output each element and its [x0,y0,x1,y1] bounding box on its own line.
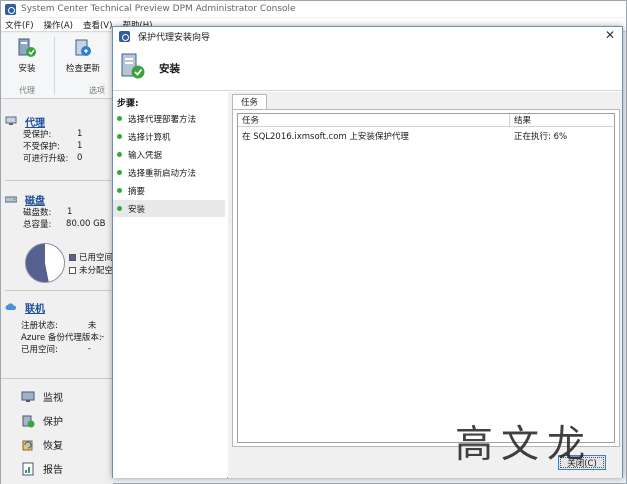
menu-file[interactable]: 文件(F) [5,19,34,31]
wizard-app-icon [119,30,130,42]
legend-used-swatch [69,253,76,261]
step-enter-credentials[interactable]: 输入凭据 [113,146,225,163]
disks-link[interactable]: 磁盘 [25,192,45,207]
step-install[interactable]: 安装 [113,200,225,217]
column-header-result[interactable]: 结果 [510,114,614,126]
console-titlebar[interactable]: System Center Technical Preview DPM Admi… [1,1,626,17]
install-agent-icon [18,38,36,57]
protect-icon [22,415,35,427]
menu-view[interactable]: 查看(V) [83,19,112,31]
check-update-ribbon-label: 检查更新 [65,64,100,74]
agents-unprotected-row: 不受保护: 1 [23,141,83,152]
online-link[interactable]: 联机 [25,300,45,315]
disk-count-row: 磁盘数: 1 [23,207,73,218]
disk-capacity-row: 总容量: 80.00 GB [23,219,106,230]
disk-icon [5,196,17,203]
workspace-reporting[interactable]: 报告 [21,461,63,476]
install-ribbon-button[interactable]: 安装 [5,37,49,81]
table-row[interactable]: 在 SQL2016.ixmsoft.com 上安装保护代理 正在执行: 6% [238,129,614,143]
dpm-app-icon [5,3,16,15]
navigation-pane: 代理 受保护: 1 不受保护: 1 可进行升级: 0 磁盘 磁盘数: 1 总容量: 80.… [1,100,122,484]
column-header-task[interactable]: 任务 [238,114,510,126]
online-header[interactable]: 联机 [5,300,113,315]
tasks-tab-panel: 任务 结果 在 SQL2016.ixmsoft.com 上安装保护代理 正在执行… [232,109,620,447]
nav-divider [5,180,111,181]
console-title: System Center Technical Preview DPM Admi… [21,4,296,14]
workspace-recovery[interactable]: 恢复 [21,437,63,452]
online-used-space-row: 已用空间: - [21,344,91,355]
close-icon[interactable]: ✕ [604,29,616,41]
result-cell: 正在执行: 6% [514,132,568,142]
agents-link[interactable]: 代理 [25,114,45,129]
step-complete-dot-icon [117,116,122,121]
check-update-icon [75,39,91,56]
step-select-deployment-method[interactable]: 选择代理部署方法 [113,110,225,127]
install-ribbon-label: 安装 [18,64,36,74]
tab-tasks[interactable]: 任务 [232,94,268,109]
agents-section: 代理 受保护: 1 不受保护: 1 可进行升级: 0 [5,114,113,164]
report-icon [22,462,34,475]
task-cell: 在 SQL2016.ixmsoft.com 上安装保护代理 [242,132,409,142]
disks-section: 磁盘 磁盘数: 1 总容量: 80.00 GB [5,192,113,230]
disks-header[interactable]: 磁盘 [5,192,113,207]
disk-usage-pie [25,243,65,283]
install-agent-icon [121,53,145,79]
monitor-icon [21,391,35,402]
wizard-title: 保护代理安装向导 [138,32,211,43]
step-complete-dot-icon [117,152,122,157]
step-complete-dot-icon [117,170,122,175]
grid-header: 任务 结果 [238,114,614,127]
step-complete-dot-icon [117,188,122,193]
task-list-grid: 任务 结果 在 SQL2016.ixmsoft.com 上安装保护代理 正在执行… [237,113,615,443]
step-select-restart-method[interactable]: 选择重新启动方法 [113,164,225,181]
agents-upgradable-row: 可进行升级: 0 [23,153,83,164]
recover-icon [22,440,33,450]
agent-computer-icon [5,116,17,125]
registration-status-row: 注册状态: 未 [21,321,97,331]
step-complete-dot-icon [117,134,122,139]
ribbon-group-options: 选项 [89,86,105,95]
azure-agent-version-row: Azure 备份代理版本: - [21,332,105,343]
online-section: 联机 注册状态: 未 Azure 备份代理版本: - 已用空间: - [5,300,113,355]
menu-action[interactable]: 操作(A) [44,19,73,31]
wizard-header: 安装 [113,45,622,91]
nav-divider [5,290,111,291]
workspace-protection[interactable]: 保护 [21,413,63,428]
ribbon: 安装 检查更新 代理 选项 [1,33,113,99]
step-summary[interactable]: 摘要 [113,182,225,199]
agents-protected-row: 受保护: 1 [23,129,83,140]
ribbon-separator [54,37,55,95]
agents-header[interactable]: 代理 [5,114,113,129]
wizard-titlebar[interactable]: 保护代理安装向导 ✕ [113,27,622,45]
legend-used: 已用空间 [69,251,113,263]
wizard-page-title: 安装 [159,63,180,75]
wizard-steps-pane: 步骤: 选择代理部署方法 选择计算机 输入凭据 选择重新启动方法 摘要 安装 [113,92,227,478]
step-current-dot-icon [117,206,122,211]
step-select-computers[interactable]: 选择计算机 [113,128,225,145]
legend-unallocated-swatch [69,266,76,274]
workspace-switcher: 监视 保护 恢复 报告 [1,378,113,484]
cloud-icon [5,303,17,310]
protection-agent-install-wizard: 保护代理安装向导 ✕ 安装 步骤: 选择代理部署方法 选择计算机 输入凭据 选择… [112,26,623,478]
wizard-content-pane: 任务 任务 结果 在 SQL2016.ixmsoft.com 上安装保护代理 正… [228,92,622,478]
check-update-ribbon-button[interactable]: 检查更新 [59,37,107,81]
close-button[interactable]: 关闭(C) [558,455,606,470]
steps-heading: 步骤: [117,99,139,109]
ribbon-group-agent: 代理 [19,86,35,95]
workspace-monitor[interactable]: 监视 [21,389,63,404]
